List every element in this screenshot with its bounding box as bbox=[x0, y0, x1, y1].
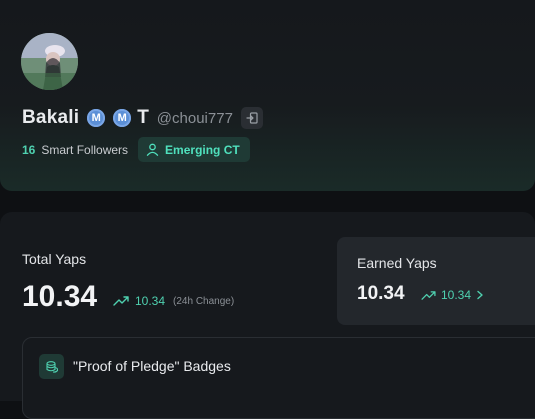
user-handle[interactable]: @choui777 bbox=[157, 110, 233, 127]
m-badge-icon: M bbox=[87, 109, 106, 127]
avatar-image bbox=[21, 33, 78, 90]
name-suffix: T bbox=[137, 107, 149, 128]
earned-change-value: 10.34 bbox=[441, 288, 472, 302]
avatar[interactable] bbox=[21, 33, 78, 90]
smart-followers-label: Smart Followers bbox=[41, 142, 129, 157]
profile-card: Bakali M M T @choui777 16 Smart Follower… bbox=[0, 0, 535, 191]
status-badge: Emerging CT bbox=[138, 137, 250, 162]
logout-button[interactable] bbox=[240, 107, 263, 129]
status-badge-label: Emerging CT bbox=[165, 142, 240, 157]
earned-yaps-card[interactable]: Earned Yaps 10.34 10.34 bbox=[337, 237, 535, 325]
profile-stats-row: 16 Smart Followers Emerging CT bbox=[22, 137, 250, 162]
earned-yaps-value: 10.34 bbox=[357, 283, 405, 304]
logout-icon bbox=[246, 112, 258, 124]
total-yaps-label: Total Yaps bbox=[22, 251, 87, 267]
yaps-panel: Total Yaps 10.34 10.34 (24h Change) Earn… bbox=[0, 212, 535, 419]
badges-title: "Proof of Pledge" Badges bbox=[73, 358, 231, 374]
m-badge-icon: M bbox=[113, 109, 132, 127]
earned-yaps-label: Earned Yaps bbox=[357, 255, 437, 271]
chevron-right-icon[interactable] bbox=[476, 290, 484, 300]
user-icon bbox=[146, 143, 159, 156]
change-period-label: (24h Change) bbox=[173, 295, 235, 307]
trend-up-icon bbox=[421, 290, 436, 300]
coins-icon bbox=[45, 360, 58, 373]
total-yaps-value: 10.34 bbox=[22, 280, 98, 313]
display-name: Bakali bbox=[22, 107, 80, 128]
profile-name-row: Bakali M M T @choui777 bbox=[22, 105, 263, 131]
smart-followers-count: 16 bbox=[22, 142, 36, 157]
change-value: 10.34 bbox=[135, 294, 166, 308]
total-yaps-change: 10.34 (24h Change) bbox=[113, 294, 234, 308]
badges-card: "Proof of Pledge" Badges bbox=[22, 337, 535, 419]
badges-icon-container bbox=[39, 354, 64, 379]
trend-up-icon bbox=[113, 296, 129, 306]
earned-yaps-change: 10.34 bbox=[421, 288, 484, 302]
